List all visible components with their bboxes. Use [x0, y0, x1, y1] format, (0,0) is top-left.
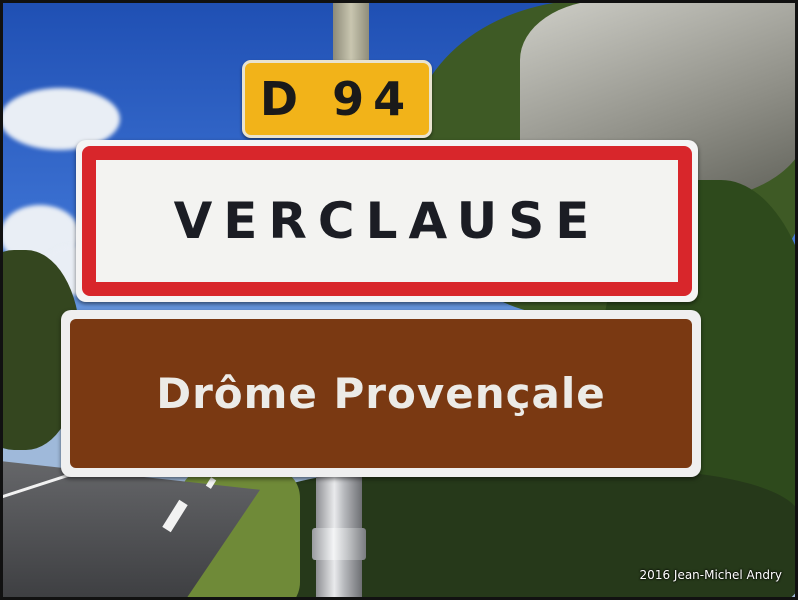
town-sign-panel: VERCLAUSE [82, 146, 692, 296]
region-sign-panel: Drôme Provençale [70, 319, 692, 468]
pole-clamp [312, 528, 366, 560]
photo-credit: 2016 Jean-Michel Andry [639, 568, 782, 582]
route-sign: D 94 [242, 60, 432, 138]
route-number: D 94 [259, 72, 415, 126]
region-name: Drôme Provençale [156, 369, 606, 418]
town-sign: VERCLAUSE [76, 140, 698, 302]
region-sign: Drôme Provençale [61, 310, 701, 477]
town-name: VERCLAUSE [173, 192, 601, 250]
photo-scene: D 94 VERCLAUSE Drôme Provençale 2016 Jea… [0, 0, 798, 600]
